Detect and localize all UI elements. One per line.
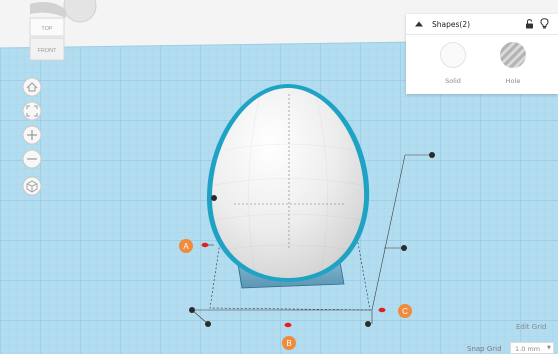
hole-option[interactable]: Hole [493,38,533,92]
resize-handle[interactable] [429,152,435,158]
resize-handle[interactable] [365,321,371,327]
zoom-in-icon[interactable] [22,125,42,145]
solid-label: Solid [445,77,461,85]
home-icon[interactable] [22,77,42,97]
snap-grid-label: Snap Grid [467,345,502,353]
orthographic-icon[interactable] [22,176,42,196]
measure-a-label: A [183,242,189,251]
collapse-arrow-icon[interactable] [415,20,423,28]
fit-view-icon[interactable] [22,101,42,121]
light-bulb-icon[interactable] [540,18,549,29]
solid-swatch [440,42,466,68]
resize-handle[interactable] [211,195,217,201]
shapes-panel-header: Shapes(2) [406,14,558,35]
snap-grid-select[interactable]: 1.0 mm ▼ [510,342,554,354]
resize-handle[interactable] [189,307,195,313]
shapes-panel-title: Shapes(2) [432,20,471,29]
edit-grid-button[interactable]: Edit Grid [516,323,546,331]
snap-grid-value: 1.0 mm [515,345,541,353]
resize-handle[interactable] [205,321,211,327]
measure-b-label: B [286,339,291,348]
hole-label: Hole [505,77,521,85]
lock-icon[interactable] [525,19,534,29]
view-cube-top-label: TOP [41,26,53,32]
resize-handle[interactable] [401,245,407,251]
measure-c-label: C [402,307,408,316]
chevron-down-icon: ▼ [547,345,551,351]
shapes-panel: Shapes(2) Solid Hole [406,14,558,94]
zoom-out-icon[interactable] [22,149,42,169]
view-cube-front-label: FRONT [38,48,58,54]
hole-swatch [500,42,526,68]
solid-option[interactable]: Solid [433,38,473,92]
